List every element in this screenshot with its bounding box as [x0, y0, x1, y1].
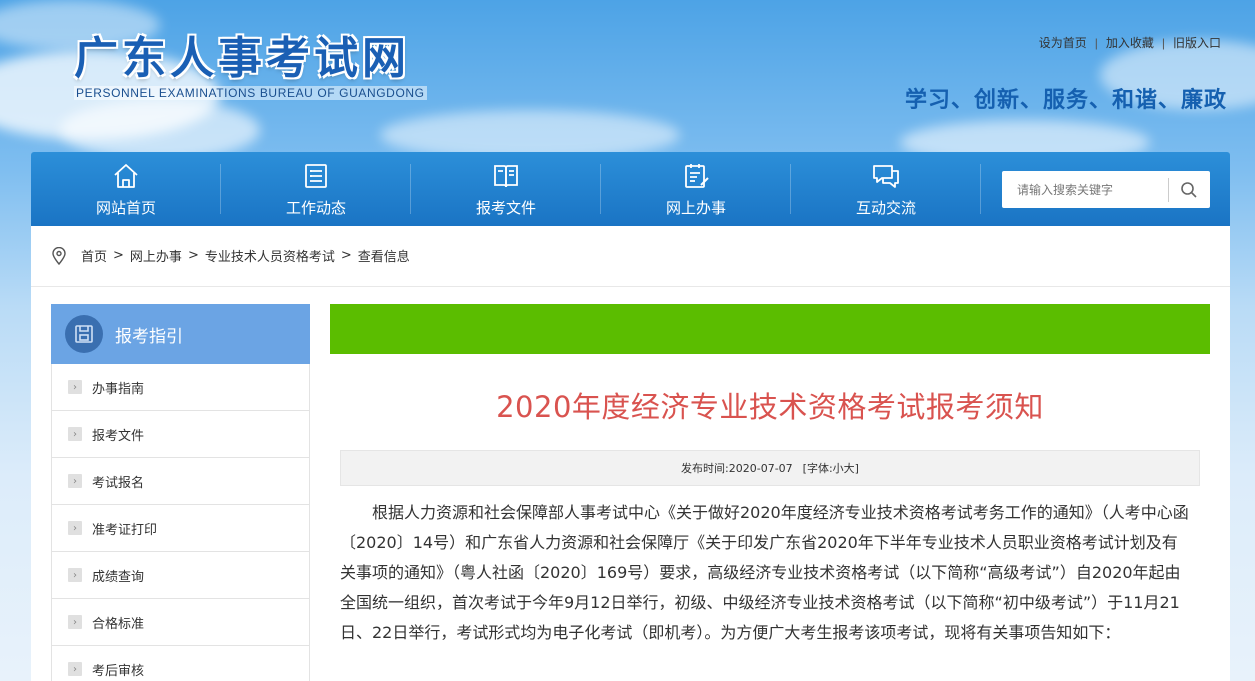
- font-big-button[interactable]: 大]: [844, 460, 859, 476]
- breadcrumb: 首页 > 网上办事 > 专业技术人员资格考试 > 查看信息: [51, 246, 410, 265]
- book-icon: [494, 164, 518, 187]
- old-version-link[interactable]: 旧版入口: [1173, 36, 1221, 50]
- sidebar-item-label: 考试报名: [92, 475, 145, 491]
- sidebar-item-post-exam-review[interactable]: › 考后审核: [51, 646, 310, 681]
- sidebar-item-pass-standard[interactable]: › 合格标准: [51, 599, 310, 646]
- chevron-right-icon: ›: [68, 662, 82, 676]
- divider: |: [1094, 36, 1098, 50]
- nav-item-work-news[interactable]: 工作动态: [221, 152, 411, 226]
- nav-item-home[interactable]: 网站首页: [31, 152, 221, 226]
- divider: |: [1161, 36, 1165, 50]
- chevron-right-icon: ›: [68, 568, 82, 582]
- search-box: [1002, 171, 1210, 208]
- sidebar-item-exam-files[interactable]: › 报考文件: [51, 411, 310, 458]
- chat-icon: [873, 164, 899, 188]
- search-input[interactable]: [1002, 171, 1168, 208]
- nav-item-online-services[interactable]: 网上办事: [601, 152, 791, 226]
- sidebar-item-registration[interactable]: › 考试报名: [51, 458, 310, 505]
- sidebar: 报考指引 › 办事指南 › 报考文件 › 考试报名 › 准考证打印 › 成绩查询 › 合格标…: [51, 304, 310, 681]
- sidebar-item-score-query[interactable]: › 成绩查询: [51, 552, 310, 599]
- breadcrumb-home[interactable]: 首页: [81, 246, 107, 265]
- content-wrapper: 首页 > 网上办事 > 专业技术人员资格考试 > 查看信息 报考指引 › 办事指南…: [31, 226, 1230, 681]
- sidebar-item-admission-ticket[interactable]: › 准考证打印: [51, 505, 310, 552]
- site-header: 广东人事考试网 PERSONNEL EXAMINATIONS BUREAU OF…: [0, 0, 1255, 152]
- nav-label: 网上办事: [665, 198, 726, 217]
- sidebar-item-label: 准考证打印: [92, 522, 158, 538]
- breadcrumb-current: 查看信息: [357, 250, 410, 265]
- nav-label: 报考文件: [475, 198, 536, 217]
- breadcrumb-separator: >: [113, 248, 124, 263]
- chevron-right-icon: ›: [68, 615, 82, 629]
- set-homepage-link[interactable]: 设为首页: [1039, 36, 1087, 50]
- article-meta: 发布时间: 2020-07-07 [字体: 小 大]: [340, 450, 1200, 486]
- breadcrumb-professional-exam[interactable]: 专业技术人员资格考试: [205, 246, 335, 265]
- font-small-button[interactable]: 小: [833, 460, 844, 476]
- sidebar-item-guide[interactable]: › 办事指南: [51, 364, 310, 411]
- chevron-right-icon: ›: [68, 427, 82, 441]
- nav-label: 工作动态: [285, 198, 346, 217]
- location-pin-icon: [52, 246, 66, 265]
- sidebar-item-label: 办事指南: [92, 381, 145, 397]
- breadcrumb-separator: >: [187, 248, 199, 263]
- top-links: 设为首页 | 加入收藏 | 旧版入口: [1039, 34, 1221, 51]
- save-disk-icon: [65, 315, 103, 353]
- home-icon: [114, 163, 138, 188]
- sidebar-header: 报考指引: [51, 304, 310, 364]
- search-button[interactable]: [1169, 171, 1209, 208]
- divider: [31, 286, 1230, 287]
- slogan: 学习、创新、服务、和谐、廉政: [904, 88, 1227, 113]
- article-title: 2020年度经济专业技术资格考试报考须知: [496, 390, 1044, 424]
- sidebar-item-label: 报考文件: [92, 428, 145, 444]
- chevron-right-icon: ›: [68, 474, 82, 488]
- title-banner: [330, 304, 1210, 354]
- nav-item-interaction[interactable]: 互动交流: [791, 152, 981, 226]
- article-main: 2020年度经济专业技术资格考试报考须知 发布时间: 2020-07-07 [字…: [330, 304, 1210, 648]
- main-nav: 网站首页 工作动态 报考文件 网上办事 互动交流: [31, 152, 1230, 226]
- sidebar-item-label: 合格标准: [92, 616, 145, 632]
- article-body: 根据人力资源和社会保障部人事考试中心《关于做好2020年度经济专业技术资格考试考…: [340, 503, 1189, 642]
- nav-label: 互动交流: [855, 198, 916, 217]
- search-icon: [1181, 181, 1197, 198]
- sidebar-item-label: 考后审核: [92, 663, 145, 679]
- site-logo[interactable]: 广东人事考试网: [74, 22, 410, 86]
- nav-item-exam-files[interactable]: 报考文件: [411, 152, 601, 226]
- add-favorite-link[interactable]: 加入收藏: [1106, 36, 1154, 50]
- sidebar-item-label: 成绩查询: [92, 569, 145, 585]
- breadcrumb-online-services[interactable]: 网上办事: [130, 246, 182, 265]
- font-size-label: [字体:: [802, 462, 833, 475]
- clipboard-icon: [685, 163, 709, 188]
- publish-date: 2020-07-07: [728, 461, 793, 475]
- chevron-right-icon: ›: [68, 521, 82, 535]
- chevron-right-icon: ›: [68, 380, 82, 394]
- news-icon: [305, 163, 327, 188]
- publish-label: 发布时间:: [681, 462, 729, 475]
- site-logo-english: PERSONNEL EXAMINATIONS BUREAU OF GUANGDO…: [74, 86, 427, 100]
- nav-label: 网站首页: [95, 198, 156, 217]
- breadcrumb-separator: >: [340, 248, 352, 263]
- sidebar-title: 报考指引: [115, 326, 183, 347]
